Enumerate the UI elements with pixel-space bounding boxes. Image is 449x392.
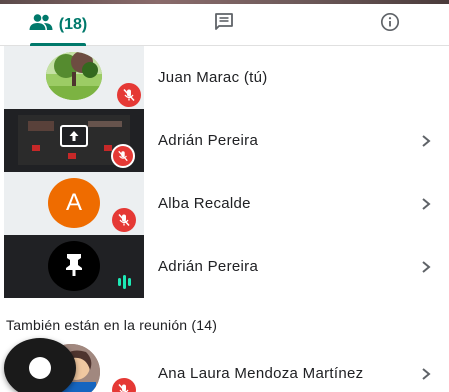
chevron-right-icon[interactable]: [417, 132, 435, 150]
participant-name: Alba Recalde: [158, 195, 251, 212]
mic-off-icon: [112, 378, 136, 392]
mic-off-icon: [112, 208, 136, 232]
participant-row[interactable]: Adrián Pereira: [0, 235, 449, 298]
participant-row[interactable]: Adrián Pereira: [0, 109, 449, 172]
tab-bar: (18): [0, 4, 449, 46]
participant-name: Adrián Pereira: [158, 132, 259, 149]
chevron-right-icon[interactable]: [417, 195, 435, 213]
participant-tile: [4, 109, 144, 172]
tab-info[interactable]: [331, 4, 449, 45]
pin-icon: [61, 251, 87, 282]
speaking-indicator-icon: [114, 273, 134, 291]
mic-off-icon: [117, 83, 141, 107]
present-screen-icon: [60, 125, 88, 147]
avatar: A: [48, 178, 100, 228]
chevron-right-icon[interactable]: [417, 365, 435, 383]
avatar: [48, 241, 100, 291]
chat-icon: [214, 12, 234, 37]
participant-name: Ana Laura Mendoza Martínez: [158, 365, 364, 382]
participant-name: Juan Marac (tú): [158, 69, 268, 86]
avatar: [46, 52, 102, 100]
info-icon: [380, 12, 400, 37]
floating-action-button[interactable]: [4, 338, 76, 392]
participant-row[interactable]: A Alba Recalde: [0, 172, 449, 235]
people-icon: [29, 13, 53, 36]
chevron-right-icon[interactable]: [417, 258, 435, 276]
participant-tile: [4, 235, 144, 298]
participant-name: Adrián Pereira: [158, 258, 259, 275]
record-dot-icon: [29, 357, 51, 379]
tab-chat[interactable]: [116, 4, 331, 45]
avatar-letter: A: [65, 189, 82, 216]
tab-people[interactable]: (18): [0, 4, 116, 46]
participant-tile: [4, 46, 144, 109]
section-title: También están en la reunión (14): [6, 317, 218, 333]
mic-off-icon: [111, 144, 135, 168]
participant-tile: A: [4, 172, 144, 235]
participant-count: (18): [58, 15, 88, 33]
participant-row[interactable]: Juan Marac (tú): [0, 46, 449, 109]
